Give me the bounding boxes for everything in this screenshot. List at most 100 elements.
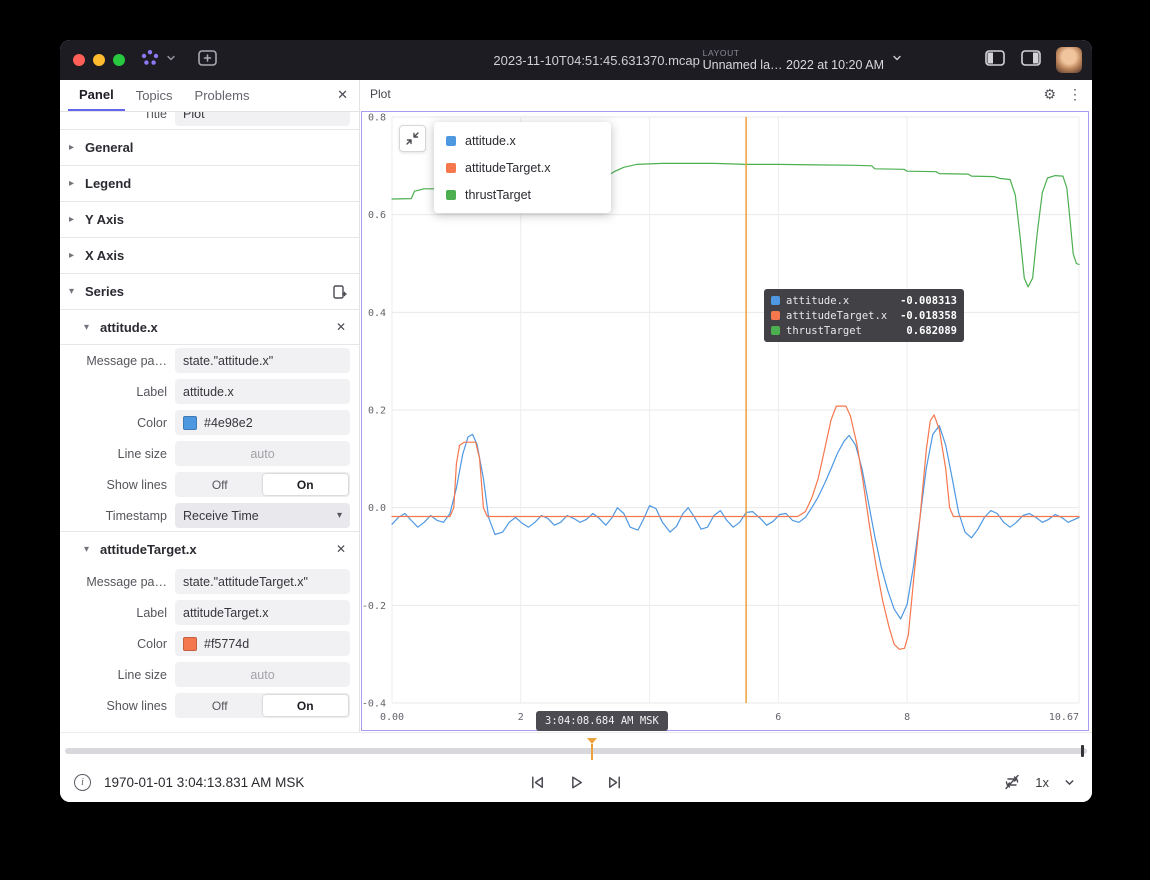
timestamp-select[interactable]: Receive Time ▾ [175, 503, 350, 528]
panel-title: Plot [370, 87, 391, 101]
color-swatch[interactable] [183, 416, 197, 430]
panel-settings-gear-icon[interactable]: ⚙ [1043, 86, 1056, 103]
plot-canvas[interactable]: 0.80.60.40.20.0-0.2-0.40.00246810.67 att… [360, 108, 1092, 732]
show-lines-off[interactable]: Off [177, 695, 263, 716]
sidebar-tabbar: Panel Topics Problems ✕ [60, 80, 359, 112]
legend-item[interactable]: attitudeTarget.x [434, 154, 611, 181]
loop-off-icon[interactable] [1003, 773, 1021, 791]
plot-panel-header[interactable]: Plot ⚙ ⋮ [360, 80, 1092, 108]
section-x-axis[interactable]: ▸ X Axis [60, 238, 359, 274]
panel-menu-kebab-icon[interactable]: ⋮ [1068, 86, 1082, 103]
close-window-button[interactable] [73, 54, 85, 66]
color-hex: #4e98e2 [204, 416, 253, 430]
show-lines-toggle: Off On [175, 693, 350, 718]
show-lines-on[interactable]: On [263, 695, 349, 716]
remove-series-icon[interactable]: ✕ [336, 542, 346, 556]
new-window-icon[interactable] [197, 49, 219, 72]
field-label: Message pa… [60, 354, 175, 368]
left-sidebar-toggle-icon[interactable] [984, 49, 1006, 72]
layout-label: LAYOUT [703, 48, 740, 58]
series-color-swatch [771, 296, 780, 305]
collapse-legend-button[interactable] [399, 125, 426, 152]
timeline-end-marker [1081, 745, 1084, 757]
svg-text:-0.2: -0.2 [362, 601, 386, 612]
chevron-down-icon: ▾ [69, 286, 79, 297]
series-color-swatch [771, 326, 780, 335]
line-size-input[interactable]: auto [175, 441, 350, 466]
field-label: Show lines [60, 699, 175, 713]
field-label: Color [60, 637, 175, 651]
user-avatar[interactable] [1056, 47, 1082, 73]
tab-problems[interactable]: Problems [184, 80, 261, 111]
series-color-swatch [446, 163, 456, 173]
show-lines-off[interactable]: Off [177, 474, 263, 495]
remove-series-icon[interactable]: ✕ [336, 320, 346, 334]
tooltip-row: attitudeTarget.x -0.018358 [771, 308, 957, 323]
label-input[interactable]: attitudeTarget.x [175, 600, 350, 625]
color-swatch[interactable] [183, 637, 197, 651]
info-icon[interactable]: i [74, 774, 91, 791]
plot-panel: Plot ⚙ ⋮ 0.80.60.40.20.0-0.2-0.40.002468… [360, 80, 1092, 732]
show-lines-toggle: Off On [175, 472, 350, 497]
playback-speed[interactable]: 1x [1035, 775, 1049, 790]
legend-item[interactable]: attitude.x [434, 127, 611, 154]
traffic-lights [73, 54, 125, 66]
app-logo-icon[interactable] [141, 49, 159, 71]
series-color-swatch [446, 136, 456, 146]
chevron-down-icon: ▾ [337, 510, 342, 521]
playhead-marker[interactable] [591, 744, 593, 760]
minimize-window-button[interactable] [93, 54, 105, 66]
svg-text:2: 2 [518, 712, 524, 723]
chevron-right-icon: ▸ [69, 142, 79, 153]
current-timestamp: 1970-01-01 3:04:13.831 AM MSK [104, 775, 304, 790]
field-label: Line size [60, 447, 175, 461]
chevron-down-icon[interactable] [1063, 776, 1076, 789]
section-y-axis[interactable]: ▸ Y Axis [60, 202, 359, 238]
color-hex: #f5774d [204, 637, 249, 651]
close-sidebar-icon[interactable]: ✕ [337, 87, 348, 103]
titlebar: 2023-11-10T04:51:45.631370.mcap LAYOUT U… [60, 40, 1092, 80]
series-editor-attitude-x[interactable]: ▾ attitude.x ✕ [60, 310, 359, 345]
color-input[interactable]: #4e98e2 [175, 410, 350, 435]
maximize-window-button[interactable] [113, 54, 125, 66]
field-label: Timestamp [60, 509, 175, 523]
line-size-input[interactable]: auto [175, 662, 350, 687]
tooltip-row: attitude.x -0.008313 [771, 293, 957, 308]
series-color-swatch [446, 190, 456, 200]
right-sidebar-toggle-icon[interactable] [1020, 49, 1042, 72]
color-input[interactable]: #f5774d [175, 631, 350, 656]
layout-selector[interactable]: LAYOUT Unnamed la… 2022 at 10:20 AM [703, 48, 904, 72]
svg-text:10.67: 10.67 [1049, 712, 1079, 723]
panel-settings-sidebar: Panel Topics Problems ✕ Title Plot ▸ Gen… [60, 80, 360, 732]
add-series-icon[interactable] [331, 284, 347, 300]
playback-bar: i 1970-01-01 3:04:13.831 AM MSK 1x [60, 732, 1092, 802]
show-lines-on[interactable]: On [263, 474, 349, 495]
section-general[interactable]: ▸ General [60, 130, 359, 166]
svg-text:0.4: 0.4 [368, 308, 386, 319]
series-editor-attitudeTarget-x[interactable]: ▾ attitudeTarget.x ✕ [60, 531, 359, 566]
svg-text:0.6: 0.6 [368, 210, 386, 221]
chevron-down-icon[interactable] [165, 51, 177, 69]
chevron-right-icon: ▸ [69, 214, 79, 225]
title-input[interactable]: Plot [175, 112, 350, 126]
chevron-down-icon [890, 51, 904, 70]
seek-backward-button[interactable] [528, 773, 547, 792]
svg-text:-0.4: -0.4 [362, 699, 386, 710]
seek-forward-button[interactable] [606, 773, 625, 792]
label-input[interactable]: attitude.x [175, 379, 350, 404]
chevron-down-icon: ▾ [84, 322, 94, 333]
section-legend[interactable]: ▸ Legend [60, 166, 359, 202]
section-series[interactable]: ▾ Series [60, 274, 359, 310]
legend-item[interactable]: thrustTarget [434, 181, 611, 208]
tab-panel[interactable]: Panel [68, 80, 125, 111]
timeline-scrubber[interactable] [65, 748, 1087, 754]
play-button[interactable] [567, 773, 586, 792]
layout-name: Unnamed la… 2022 at 10:20 AM [703, 58, 884, 72]
message-path-input[interactable]: state."attitude.x" [175, 348, 350, 373]
message-path-input[interactable]: state."attitudeTarget.x" [175, 569, 350, 594]
tab-topics[interactable]: Topics [125, 80, 184, 111]
svg-text:0.2: 0.2 [368, 406, 386, 417]
axis-hover-time-tooltip: 3:04:08.684 AM MSK [536, 711, 668, 731]
svg-text:6: 6 [775, 712, 781, 723]
data-source-title[interactable]: 2023-11-10T04:51:45.631370.mcap [493, 53, 699, 68]
